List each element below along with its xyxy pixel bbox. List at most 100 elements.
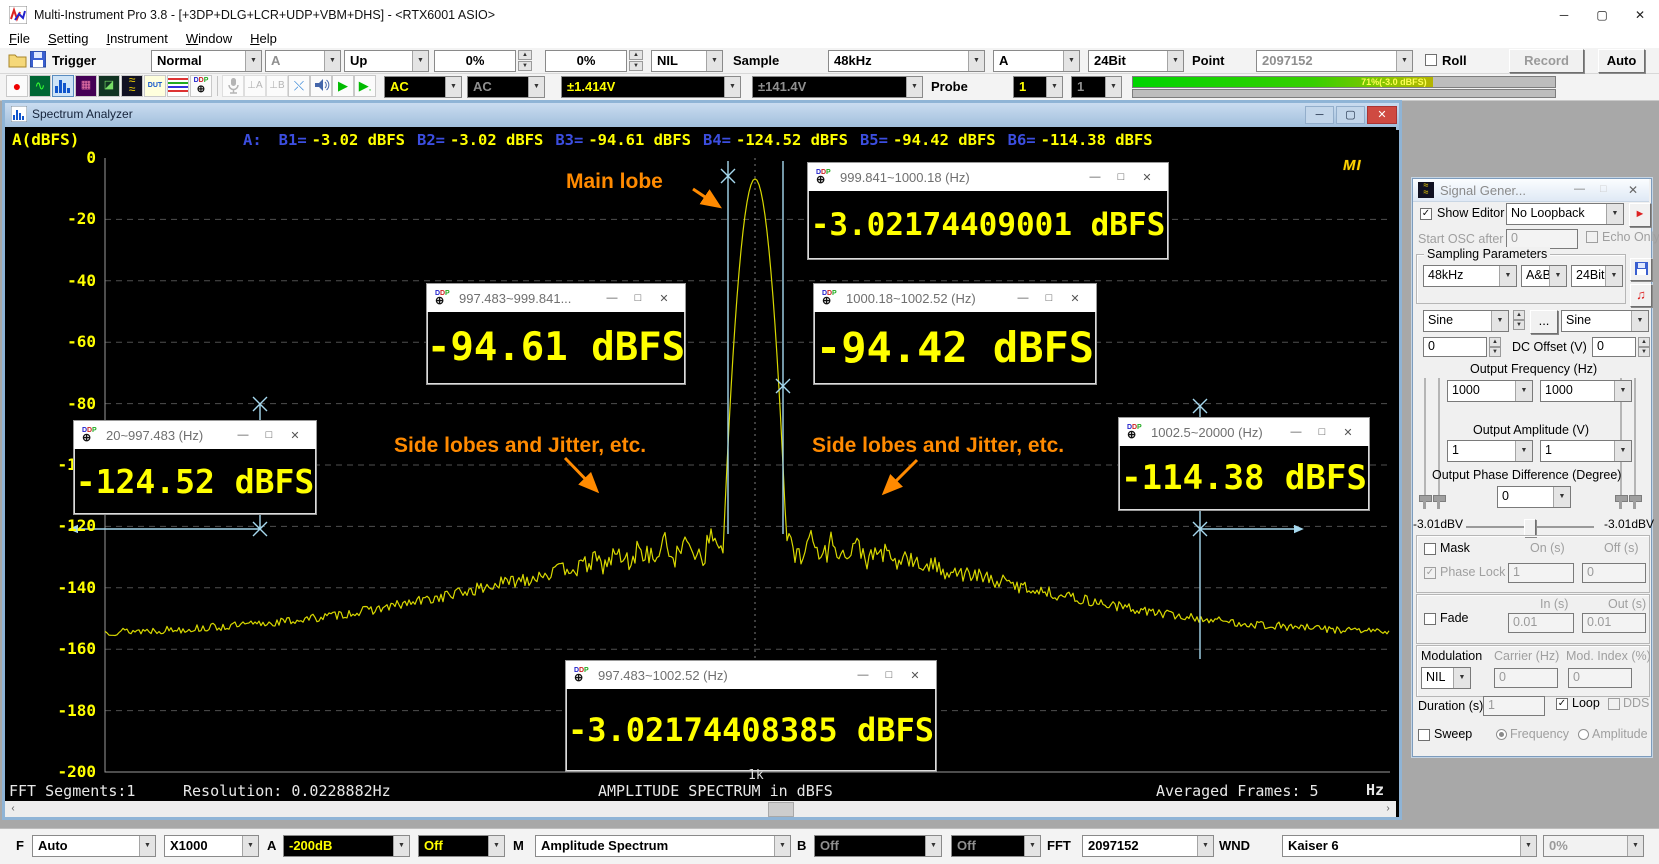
loop-checkbox[interactable] xyxy=(1556,698,1568,710)
fade-in-field[interactable]: 0.01 xyxy=(1508,613,1574,633)
music-note-button[interactable]: ♫ xyxy=(1630,284,1652,307)
trigger-edge-combo[interactable]: Up▼ xyxy=(344,50,429,72)
calibrate-b-icon[interactable]: ⊥B xyxy=(266,75,288,97)
maximize-icon[interactable]: □ xyxy=(1108,171,1134,183)
slider-handle-a1[interactable] xyxy=(1419,495,1432,502)
mask-off-field[interactable]: 0 xyxy=(1582,563,1646,583)
mask-checkbox[interactable] xyxy=(1424,543,1436,555)
window-function-combo[interactable]: Kaiser 6▼ xyxy=(1282,835,1537,857)
close-icon[interactable]: ✕ xyxy=(1335,426,1361,439)
fade-out-field[interactable]: 0.01 xyxy=(1582,613,1646,633)
probe-a-combo[interactable]: 1▼ xyxy=(1013,76,1063,98)
maximize-button[interactable]: ▢ xyxy=(1583,0,1621,30)
mask-on-field[interactable]: 1 xyxy=(1508,563,1574,583)
ddp-viewer-icon[interactable]: DDP⊕ xyxy=(190,75,212,97)
maximize-icon[interactable]: □ xyxy=(1036,292,1062,304)
open-icon[interactable] xyxy=(8,51,27,68)
maximize-icon[interactable]: □ xyxy=(256,429,282,441)
trigger-level-spin-buttons[interactable]: ▲▼ xyxy=(518,50,532,72)
level-slider-b2[interactable] xyxy=(1634,378,1636,500)
minimize-icon[interactable]: — xyxy=(1082,171,1108,183)
save-icon[interactable] xyxy=(30,51,46,68)
sweep-checkbox[interactable] xyxy=(1418,729,1430,741)
record-icon[interactable]: ● xyxy=(6,75,28,97)
save-signal-button[interactable] xyxy=(1630,258,1652,281)
waveform-b-combo[interactable]: Sine▼ xyxy=(1561,310,1649,332)
spectrum-minimize-button[interactable]: ─ xyxy=(1305,106,1334,124)
scroll-right-icon[interactable]: › xyxy=(1380,801,1396,817)
sweep-amplitude-radio[interactable] xyxy=(1578,729,1589,740)
menu-item-setting[interactable]: Setting xyxy=(39,30,97,47)
waveform-spinner[interactable]: ▲▼ xyxy=(1513,310,1525,330)
amplitude-b-combo[interactable]: 1▼ xyxy=(1540,440,1632,462)
signal-generator-icon[interactable]: ≈≈ xyxy=(121,75,143,97)
spectrum-window-titlebar[interactable] xyxy=(2,100,1402,130)
slider-handle-b1[interactable] xyxy=(1615,495,1628,502)
multimeter-icon[interactable]: ▦ xyxy=(75,75,97,97)
run-single-icon[interactable]: ▶◦ xyxy=(354,75,376,97)
loopback-combo[interactable]: No Loopback▼ xyxy=(1506,203,1624,225)
measurement-window-right-skirt[interactable]: DDP⊕1000.18~1002.52 (Hz)—□✕ -94.42 dBFS xyxy=(813,283,1097,385)
scrollbar-thumb[interactable] xyxy=(768,802,794,817)
measurement-window-left-skirt[interactable]: DDP⊕997.483~999.841...—□✕ -94.61 dBFS xyxy=(426,283,686,385)
ref-a-combo[interactable]: Off▼ xyxy=(418,835,505,857)
coupling-b-combo[interactable]: AC▼ xyxy=(467,76,545,98)
start-button[interactable]: ► xyxy=(1629,203,1651,227)
x-zoom-combo[interactable]: X1000▼ xyxy=(164,835,259,857)
sweep-frequency-radio[interactable] xyxy=(1496,729,1507,740)
frequency-axis-combo[interactable]: Auto▼ xyxy=(32,835,156,857)
spectrum-3d-plot-icon[interactable]: ◪ xyxy=(98,75,120,97)
measurement-window-low-band[interactable]: DDP⊕20~997.483 (Hz)—□✕ -124.52 dBFS xyxy=(73,420,317,515)
bit-depth-combo[interactable]: 24Bit▼ xyxy=(1088,50,1184,72)
trigger-delay-spinner[interactable]: 0% xyxy=(545,50,627,72)
carrier-field[interactable]: 0 xyxy=(1494,668,1558,688)
fft-points-combo[interactable]: 2097152▼ xyxy=(1256,50,1413,72)
frequency-b-combo[interactable]: 1000▼ xyxy=(1540,380,1632,402)
modulation-combo[interactable]: NIL▼ xyxy=(1421,667,1471,689)
waveform-a-combo[interactable]: Sine▼ xyxy=(1423,310,1509,332)
close-icon[interactable]: ✕ xyxy=(282,429,308,442)
start-osc-field[interactable]: 0 xyxy=(1506,229,1578,249)
show-editor-checkbox[interactable] xyxy=(1420,208,1432,220)
close-icon[interactable]: ✕ xyxy=(1062,292,1088,305)
menu-item-window[interactable]: Window xyxy=(177,30,241,47)
volume-icon[interactable] xyxy=(310,75,332,97)
trigger-source-combo[interactable]: A▼ xyxy=(265,50,341,72)
roll-checkbox[interactable] xyxy=(1425,54,1437,66)
close-icon[interactable]: ✕ xyxy=(902,669,928,682)
measurement-window-main-lobe[interactable]: DDP⊕999.841~1000.18 (Hz)—□✕ -3.021744090… xyxy=(807,162,1169,260)
editor-button[interactable]: ... xyxy=(1530,310,1558,334)
minimize-icon[interactable]: — xyxy=(230,429,256,441)
scroll-left-icon[interactable]: ‹ xyxy=(5,801,21,817)
coupling-a-combo[interactable]: AC▼ xyxy=(384,76,462,98)
range-b-display-combo[interactable]: Off▼ xyxy=(814,835,942,857)
trigger-level-spinner[interactable]: 0% xyxy=(434,50,516,72)
range-b-combo[interactable]: ±141.4V▼ xyxy=(752,76,923,98)
close-icon[interactable]: ✕ xyxy=(1134,171,1160,184)
menu-item-help[interactable]: Help xyxy=(241,30,286,47)
fade-checkbox[interactable] xyxy=(1424,613,1436,625)
dc-offset-b-spinner[interactable]: ▲▼ xyxy=(1638,337,1650,357)
spectrum-analyzer-icon[interactable] xyxy=(52,75,74,97)
echo-only-checkbox[interactable] xyxy=(1586,231,1598,243)
range-a-display-combo[interactable]: -200dB▼ xyxy=(283,835,410,857)
ref-b-combo[interactable]: Off▼ xyxy=(951,835,1041,857)
sg-channels-combo[interactable]: A&B▼ xyxy=(1521,265,1567,287)
auto-button[interactable]: Auto xyxy=(1598,49,1645,73)
horizontal-scrollbar[interactable]: ‹ › xyxy=(5,801,1396,817)
duration-field[interactable]: 1 xyxy=(1483,696,1545,716)
close-icon[interactable]: ✕ xyxy=(1628,183,1638,197)
minimize-icon[interactable]: — xyxy=(599,292,625,304)
minimize-icon[interactable]: — xyxy=(1283,426,1309,438)
derived-data-curves-icon[interactable] xyxy=(167,75,189,97)
spectrum-close-button[interactable]: ✕ xyxy=(1367,106,1397,124)
slider-handle-a2[interactable] xyxy=(1433,495,1446,502)
menu-item-instrument[interactable]: Instrument xyxy=(97,30,176,47)
close-icon[interactable]: ✕ xyxy=(651,292,677,305)
level-slider-a1[interactable] xyxy=(1424,378,1426,500)
measurement-window-total[interactable]: DDP⊕997.483~1002.52 (Hz)—□✕ -3.021744083… xyxy=(565,660,937,772)
sampling-channel-combo[interactable]: A▼ xyxy=(993,50,1080,72)
run-icon[interactable]: ▶ xyxy=(332,75,354,97)
phase-lock-checkbox[interactable] xyxy=(1424,567,1436,579)
phase-combo[interactable]: 0▼ xyxy=(1497,486,1571,508)
